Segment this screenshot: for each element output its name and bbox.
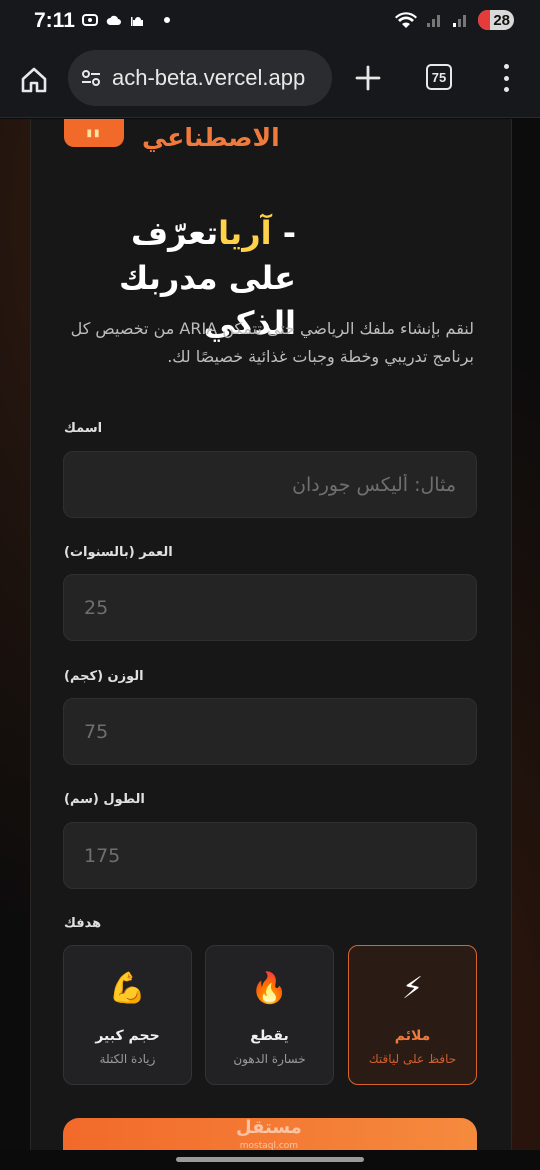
title-dash: -: [271, 214, 296, 252]
height-input[interactable]: [63, 822, 477, 889]
age-label: العمر (بالسنوات): [64, 545, 173, 560]
cloud-icon: [106, 15, 121, 25]
page-viewport: ▮▮ الاصطناعي - آرياتعرّف على مدربك الذكي…: [0, 119, 540, 1150]
media-icon: [82, 14, 98, 26]
watermark: مستقل mostaql.com: [236, 1117, 302, 1151]
mosque-icon: [131, 17, 143, 26]
home-icon[interactable]: [18, 64, 50, 96]
signal-2-icon: [453, 15, 466, 27]
goal-subtitle: خسارة الدهون: [233, 1052, 306, 1066]
intro-text: لنقم بإنشاء ملفك الرياضي حتى تتمكن ARIA …: [70, 319, 474, 366]
status-bar: 7:11 28: [0, 0, 540, 40]
name-input[interactable]: [63, 451, 477, 518]
goal-subtitle: حافظ على لياقتك: [368, 1052, 457, 1066]
watermark-arabic: مستقل: [236, 1117, 302, 1138]
notification-icons: [82, 12, 170, 28]
plus-icon[interactable]: [354, 64, 382, 92]
system-icons: 28: [394, 10, 514, 30]
signal-icon: [427, 15, 440, 27]
gesture-handle[interactable]: [176, 1157, 364, 1162]
notification-dot-icon: [164, 17, 170, 23]
goal-option-cut[interactable]: 🔥 يقطع خسارة الدهون: [205, 945, 334, 1085]
fire-icon: 🔥: [250, 971, 289, 1006]
more-vert-icon[interactable]: [500, 64, 512, 92]
tune-icon[interactable]: [80, 67, 102, 89]
battery-level: 28: [493, 11, 510, 29]
tab-switcher-button[interactable]: 75: [426, 64, 452, 90]
goal-option-bulk[interactable]: 💪 حجم كبير زيادة الكتلة: [63, 945, 192, 1085]
goal-title: حجم كبير: [95, 1028, 160, 1044]
goal-label: هدفك: [64, 916, 102, 931]
tab-count: 75: [431, 69, 447, 85]
battery-icon: 28: [478, 10, 514, 30]
goal-subtitle: زيادة الكتلة: [99, 1052, 156, 1066]
wifi-icon: [395, 12, 417, 28]
name-label: اسمك: [64, 421, 103, 436]
height-label: الطول (سم): [64, 792, 145, 807]
age-input[interactable]: [63, 574, 477, 641]
status-time: 7:11: [34, 9, 75, 32]
logo-icon: ▮▮: [64, 119, 124, 147]
goal-title: ملائم: [394, 1028, 431, 1044]
weight-input[interactable]: [63, 698, 477, 765]
weight-label: الوزن (كجم): [64, 669, 144, 684]
flexed-bicep-icon: 💪: [108, 971, 147, 1006]
address-bar[interactable]: ach-beta.vercel.app: [68, 50, 332, 106]
goal-option-fit[interactable]: ⚡ ملائم حافظ على لياقتك: [348, 945, 477, 1085]
brand-subtitle: الاصطناعي: [142, 123, 280, 152]
watermark-latin: mostaql.com: [239, 1141, 299, 1150]
lightning-icon: ⚡: [401, 971, 424, 1006]
gesture-nav-bar: [0, 1150, 540, 1170]
assistant-name: آريا: [218, 214, 272, 252]
browser-toolbar: ach-beta.vercel.app 75: [0, 40, 540, 118]
goal-title: يقطع: [250, 1028, 289, 1044]
url-text: ach-beta.vercel.app: [112, 65, 306, 90]
